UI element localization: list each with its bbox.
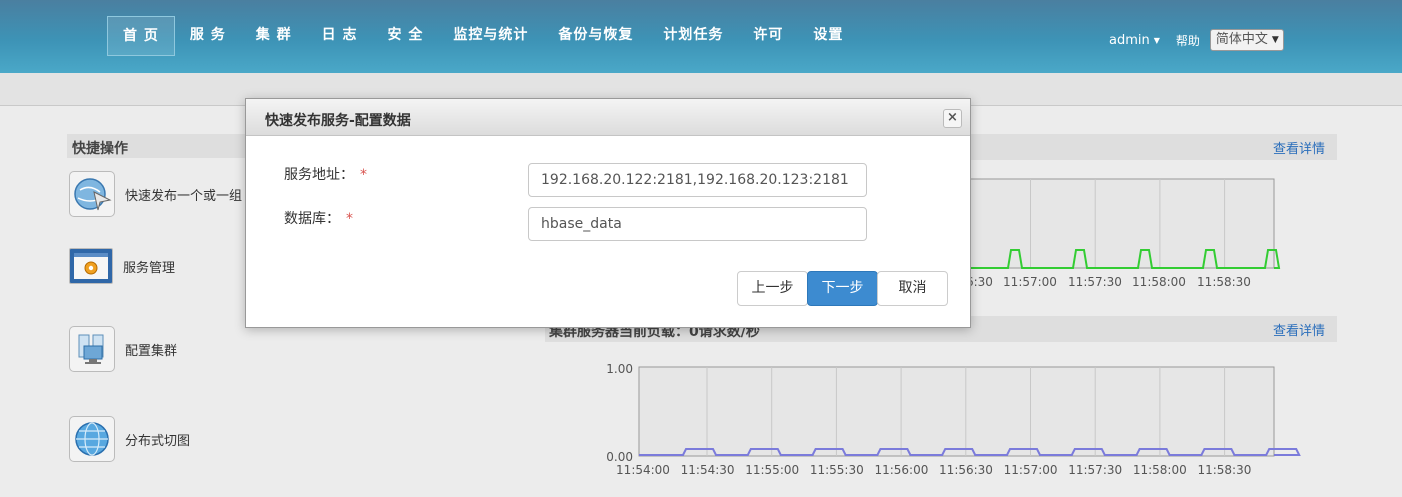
chart-plot-area xyxy=(638,366,1275,457)
chart-x-tick-label: 11:56:30 xyxy=(939,463,993,477)
chart-y-tick-label: 0.00 xyxy=(606,450,633,464)
prev-step-button[interactable]: 上一步 xyxy=(737,271,808,306)
chart-x-tick-label: 11:57:00 xyxy=(1004,463,1058,477)
chart-x-tick-label: 11:55:30 xyxy=(810,463,864,477)
chart-x-tick-label: 11:58:30 xyxy=(1197,275,1251,289)
chart-x-tick-label: 11:54:00 xyxy=(616,463,670,477)
dialog-header: 快速发布服务-配置数据 × xyxy=(246,99,970,136)
chart-x-tick-label: 11:58:00 xyxy=(1133,463,1187,477)
required-mark: * xyxy=(346,211,353,227)
service-address-input[interactable]: 192.168.20.122:2181,192.168.20.123:2181 xyxy=(528,163,867,197)
chart-x-tick-label: 11:57:30 xyxy=(1068,463,1122,477)
chart-x-tick-label: 11:55:00 xyxy=(745,463,799,477)
chart-x-tick-label: 11:57:30 xyxy=(1068,275,1122,289)
next-step-button[interactable]: 下一步 xyxy=(807,271,878,306)
chart-x-tick-label: 11:58:00 xyxy=(1132,275,1186,289)
chart-y-tick-label: 1.00 xyxy=(606,362,633,376)
dialog-title: 快速发布服务-配置数据 xyxy=(265,113,411,129)
chart-x-tick-label: 11:57:00 xyxy=(1003,275,1057,289)
chart-x-tick-label: 11:58:30 xyxy=(1197,463,1251,477)
service-address-label: 服务地址： * xyxy=(284,164,367,184)
database-input[interactable]: hbase_data xyxy=(528,207,867,241)
database-label: 数据库： * xyxy=(284,208,353,228)
chart-x-tick-label: 11:54:30 xyxy=(681,463,735,477)
chart-x-tick-label: 11:56:00 xyxy=(874,463,928,477)
required-mark: * xyxy=(360,167,367,183)
close-icon[interactable]: × xyxy=(943,109,962,128)
label-text: 服务地址： xyxy=(284,167,354,183)
cancel-button[interactable]: 取消 xyxy=(877,271,948,306)
publish-config-dialog: 快速发布服务-配置数据 × 服务地址： * 192.168.20.122:2181… xyxy=(245,98,971,328)
label-text: 数据库： xyxy=(284,211,340,227)
